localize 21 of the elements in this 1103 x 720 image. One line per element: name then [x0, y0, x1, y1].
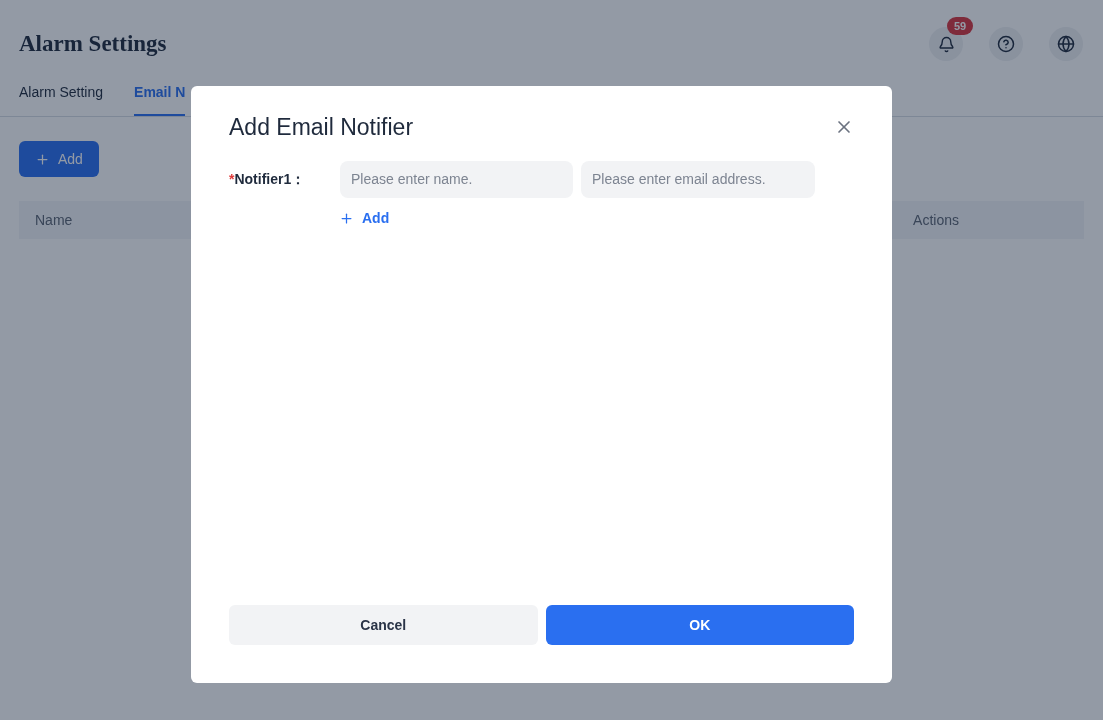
- add-link[interactable]: Add: [339, 207, 390, 229]
- name-field[interactable]: Please enter name.: [340, 160, 573, 198]
- cancel-button[interactable]: Cancel: [229, 605, 538, 645]
- ok-button[interactable]: OK: [545, 605, 854, 645]
- email-field[interactable]: Please enter email address.: [581, 160, 815, 198]
- notification-badge: 59: [947, 17, 974, 35]
- language-button[interactable]: [1049, 27, 1083, 61]
- bell-icon: [937, 35, 955, 53]
- page-title: Alarm Settings: [19, 29, 167, 58]
- help-button[interactable]: [989, 27, 1023, 61]
- help-icon: [997, 35, 1015, 53]
- tab[interactable]: Email N: [134, 70, 186, 116]
- column-header: Name: [35, 210, 73, 230]
- column-header: Actions: [913, 210, 959, 230]
- field-label: *Notifier1：: [229, 169, 307, 189]
- globe-icon: [1057, 35, 1075, 53]
- dialog-title: Add Email Notifier: [229, 113, 414, 142]
- tab[interactable]: Alarm Setting: [19, 70, 104, 116]
- plus-icon: [35, 151, 50, 167]
- add-button[interactable]: Add: [19, 141, 99, 177]
- plus-icon: [339, 210, 354, 226]
